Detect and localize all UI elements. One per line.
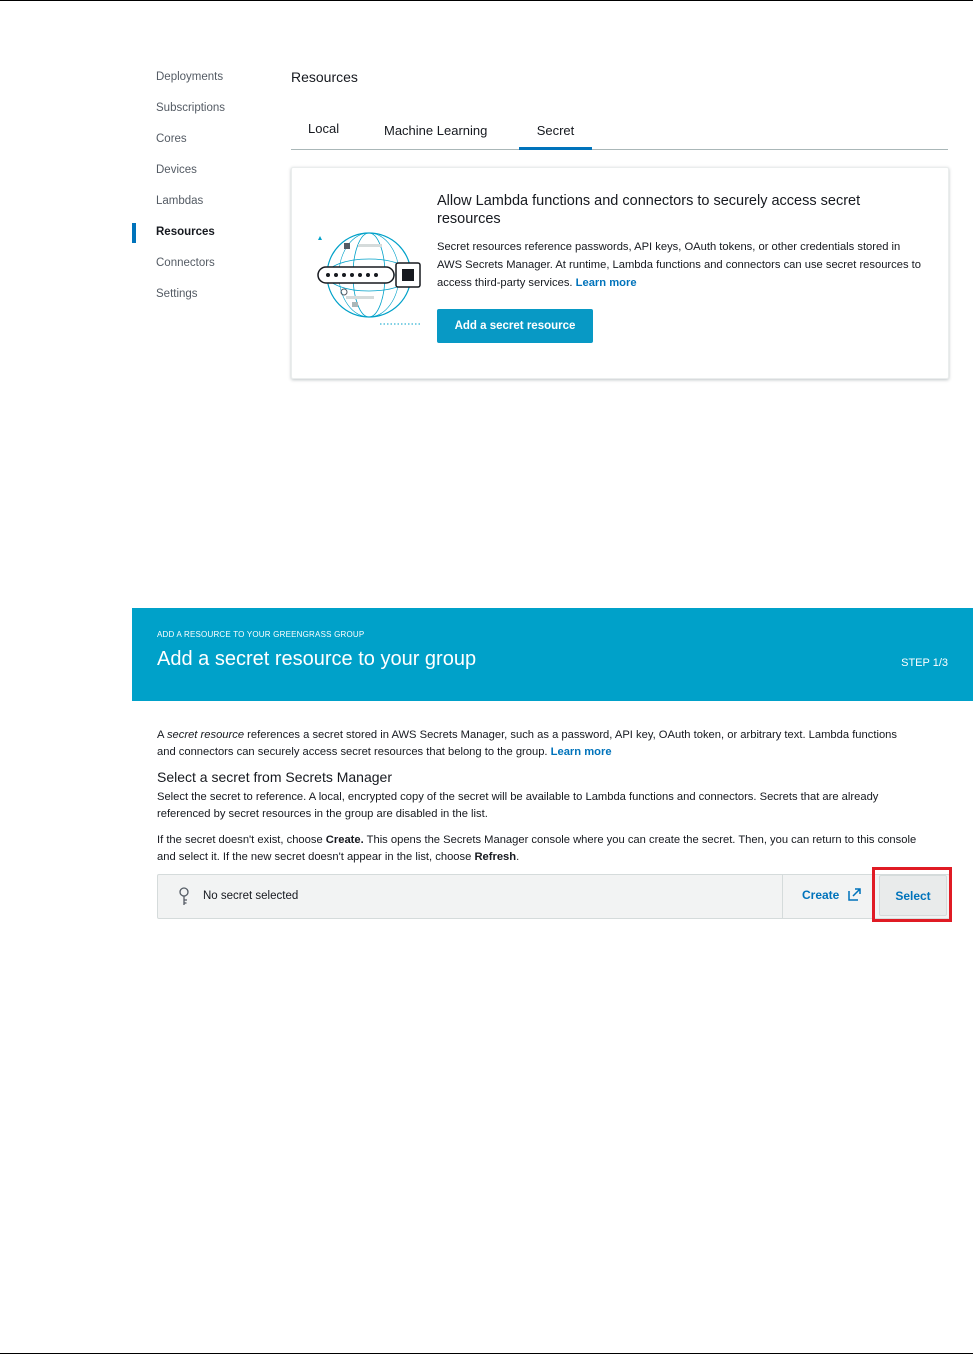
- secret-selector: No secret selected Create Select: [157, 874, 950, 919]
- sidebar-item-connectors[interactable]: Connectors: [132, 248, 272, 279]
- page-title: Resources: [291, 69, 358, 85]
- tab-local-label: Local: [308, 121, 340, 136]
- selected-secret-value: No secret selected: [203, 890, 299, 902]
- key-icon: [179, 887, 189, 905]
- page-bottom-rule: [0, 1353, 973, 1354]
- tab-secret[interactable]: Secret: [519, 114, 592, 150]
- wizard-header: ADD A RESOURCE TO YOUR GREENGRASS GROUP …: [132, 608, 973, 701]
- side-navigation: Deployments Subscriptions Cores Devices …: [132, 62, 272, 310]
- create-instructions-e: .: [516, 851, 520, 863]
- external-link-icon[interactable]: [848, 888, 861, 901]
- section-heading: Select a secret from Secrets Manager: [157, 769, 392, 785]
- wizard-intro: A secret resource references a secret st…: [157, 727, 917, 761]
- sidebar-item-settings[interactable]: Settings: [132, 279, 272, 310]
- section-description: Select the secret to reference. A local,…: [157, 791, 879, 820]
- card-title: Allow Lambda functions and connectors to…: [437, 193, 861, 227]
- create-instructions-a: If the secret doesn't exist, choose: [157, 834, 326, 846]
- select-button-highlight: [872, 867, 952, 922]
- intro-prefix: A: [157, 729, 167, 741]
- add-secret-resource-button[interactable]: Add a secret resource: [437, 309, 593, 343]
- wizard-title: Add a secret resource to your group: [157, 648, 477, 670]
- create-secret-link[interactable]: Create: [802, 888, 839, 902]
- refresh-keyword: Refresh: [474, 851, 517, 863]
- intro-emphasis: secret resource: [166, 729, 245, 741]
- sidebar-item-lambdas[interactable]: Lambdas: [132, 186, 272, 217]
- secret-lock-globe-icon: [317, 232, 422, 325]
- selector-divider: [782, 875, 783, 918]
- card-description: Secret resources reference passwords, AP…: [437, 238, 927, 292]
- create-keyword: Create.: [325, 834, 364, 846]
- sidebar-item-subscriptions[interactable]: Subscriptions: [132, 93, 272, 124]
- sidebar-item-devices[interactable]: Devices: [132, 155, 272, 186]
- page-top-rule: [0, 0, 973, 1]
- tab-machine-learning[interactable]: Machine Learning: [384, 114, 487, 148]
- create-instructions: If the secret doesn't exist, choose Crea…: [157, 832, 917, 866]
- sidebar-item-cores[interactable]: Cores: [132, 124, 272, 155]
- tab-local[interactable]: Local: [308, 114, 339, 148]
- wizard-step-indicator: STEP 1/3: [901, 657, 948, 669]
- intro-text: references a secret stored in AWS Secret…: [157, 729, 897, 758]
- resource-tabs: Local Machine Learning Secret: [291, 114, 948, 150]
- sidebar-item-deployments[interactable]: Deployments: [132, 62, 272, 93]
- sidebar-item-resources[interactable]: Resources: [132, 217, 272, 248]
- intro-learn-more-link[interactable]: Learn more: [551, 746, 612, 758]
- card-description-text: Secret resources reference passwords, AP…: [437, 241, 921, 289]
- tab-machine-learning-label: Machine Learning: [384, 123, 488, 138]
- wizard-eyebrow: ADD A RESOURCE TO YOUR GREENGRASS GROUP: [157, 630, 365, 639]
- learn-more-link[interactable]: Learn more: [576, 277, 637, 289]
- secret-empty-state-card: Allow Lambda functions and connectors to…: [291, 167, 949, 379]
- tab-secret-label: Secret: [536, 123, 575, 138]
